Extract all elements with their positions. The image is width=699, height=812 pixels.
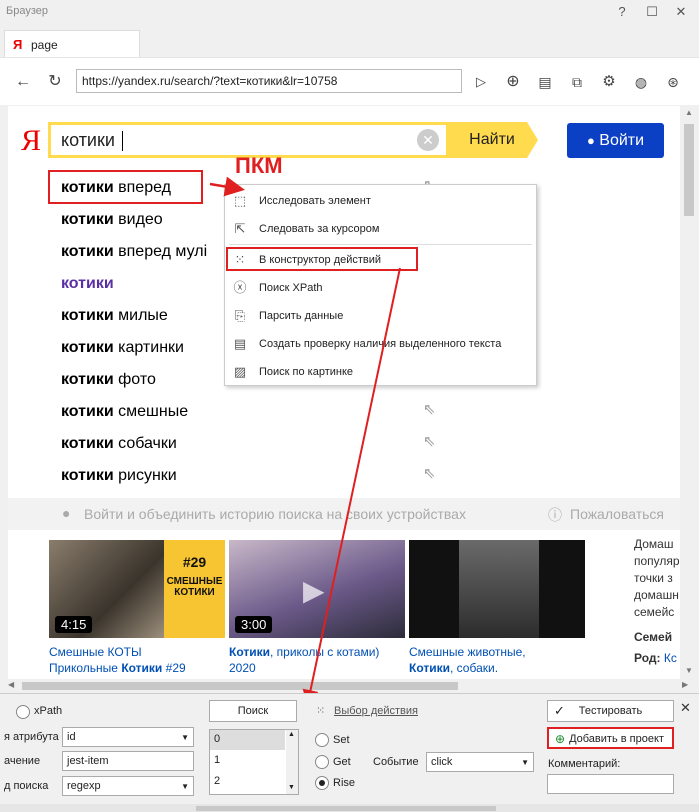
set-radio[interactable] — [315, 733, 329, 747]
action-choice-link[interactable]: Выбор действия — [334, 705, 418, 717]
chevron-down-icon: ▼ — [521, 758, 529, 767]
check-circle-icon: ✓ — [554, 703, 565, 718]
result-list[interactable]: 0 1 2 ▲ ▼ — [209, 729, 299, 795]
action-panel: xPath я атрибута id ▼ ачение јest-item д… — [0, 693, 699, 812]
rise-radio[interactable] — [315, 776, 329, 790]
add-circle-icon: ⊕ — [555, 732, 566, 746]
annotation-arrow — [209, 176, 245, 197]
annotation-arrow — [302, 267, 401, 706]
search-button[interactable]: Поиск — [209, 700, 297, 722]
chevron-down-icon: ▼ — [181, 733, 189, 742]
attribute-select[interactable]: id ▼ — [62, 727, 194, 747]
close-panel-icon[interactable]: ✕ — [680, 700, 691, 716]
annotation-arrows — [209, 176, 533, 729]
action-choice-icon: ⁙ — [316, 705, 326, 717]
xpath-radio[interactable] — [16, 705, 30, 719]
get-radio[interactable] — [315, 755, 329, 769]
search-type-select[interactable]: regexp ▼ — [62, 776, 194, 796]
comment-field[interactable] — [547, 774, 674, 794]
test-button[interactable]: ✓ Тестировать — [547, 700, 674, 722]
value-field[interactable]: јest-item — [62, 751, 194, 771]
event-select[interactable]: click ▼ — [426, 752, 534, 772]
list-scrollbar[interactable]: ▲ ▼ — [286, 730, 298, 794]
add-to-project-button[interactable]: ⊕ Добавить в проект — [547, 727, 674, 749]
chevron-down-icon: ▼ — [181, 782, 189, 791]
list-item[interactable]: 2 — [210, 772, 285, 792]
list-item[interactable]: 1 — [210, 751, 285, 771]
list-item[interactable]: 0 — [210, 730, 285, 750]
